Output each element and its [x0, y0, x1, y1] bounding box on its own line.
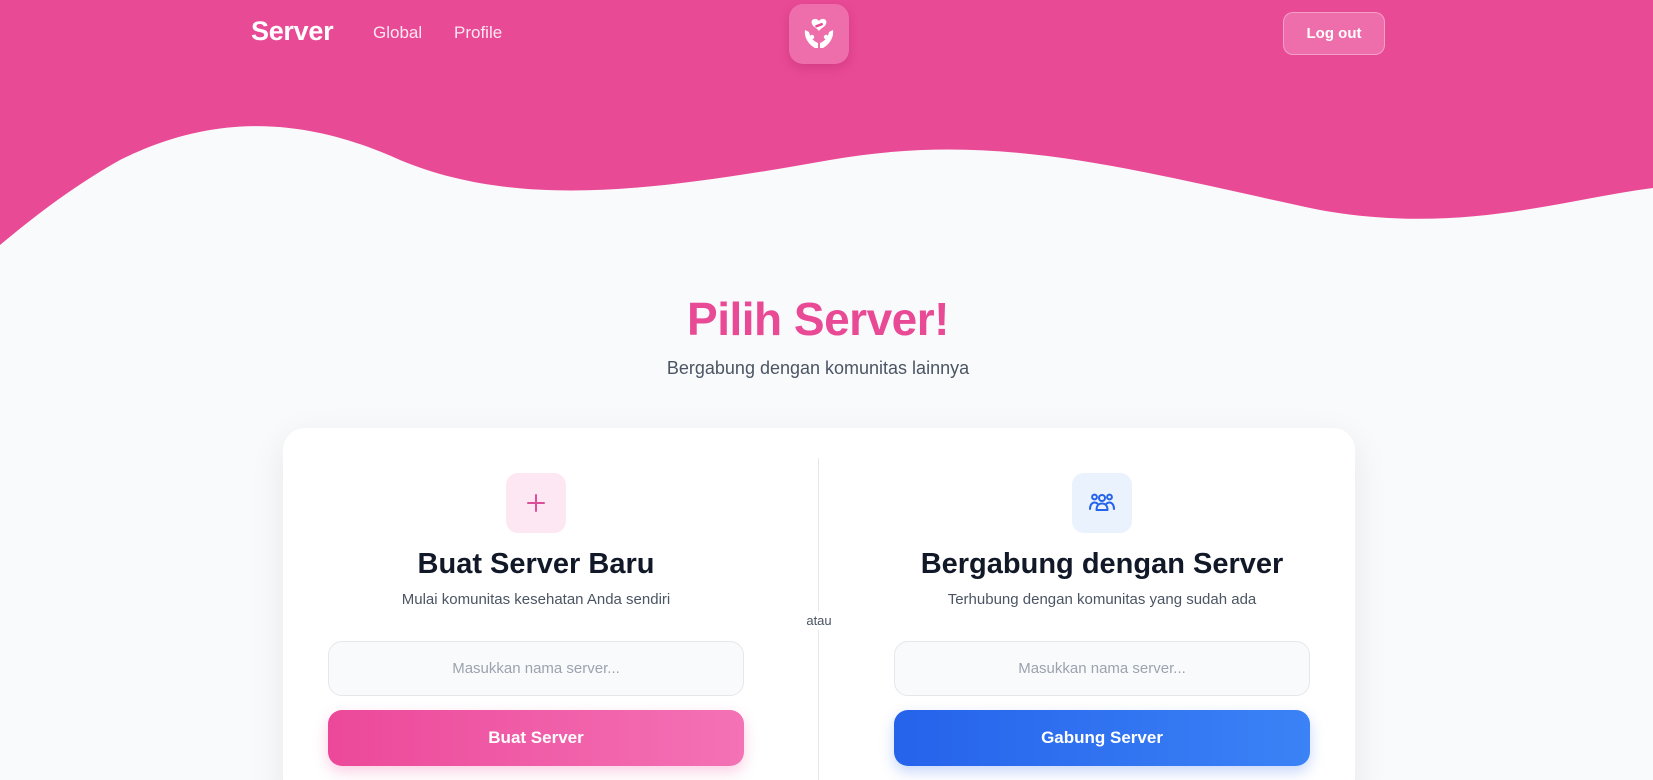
users-group-icon	[1089, 493, 1115, 511]
page: Server Global Profile Log out Pilih Serv…	[0, 0, 1653, 780]
create-server-button[interactable]: Buat Server	[328, 710, 744, 766]
plus-icon	[527, 494, 545, 512]
caring-hands-icon	[804, 18, 834, 48]
create-server-title: Buat Server Baru	[417, 548, 655, 580]
page-title: Pilih Server!	[687, 293, 949, 345]
app-logo[interactable]	[789, 4, 849, 64]
brand-title[interactable]: Server	[251, 16, 334, 47]
server-choice-card: Buat Server Baru Mulai komunitas kesehat…	[283, 428, 1355, 780]
join-server-button[interactable]: Gabung Server	[894, 710, 1310, 766]
nav-link-global[interactable]: Global	[373, 23, 422, 43]
logout-button[interactable]: Log out	[1283, 12, 1385, 55]
join-icon-box	[1072, 473, 1132, 533]
create-server-description: Mulai komunitas kesehatan Anda sendiri	[401, 591, 671, 608]
join-server-title: Bergabung dengan Server	[920, 548, 1284, 580]
create-server-name-input[interactable]	[328, 641, 744, 696]
divider-label: atau	[798, 611, 840, 630]
join-server-description: Terhubung dengan komunitas yang sudah ad…	[947, 591, 1257, 608]
create-icon-box	[506, 473, 566, 533]
nav-link-profile[interactable]: Profile	[454, 23, 502, 43]
join-server-name-input[interactable]	[894, 641, 1310, 696]
navbar: Server Global Profile Log out	[0, 0, 1653, 68]
page-subtitle: Bergabung dengan komunitas lainnya	[666, 358, 970, 378]
